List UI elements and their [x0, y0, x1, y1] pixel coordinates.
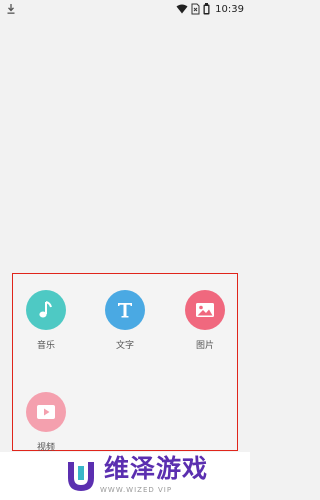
watermark-subtitle: WWW.WIZED VIP — [100, 486, 173, 494]
media-type-picker: 音乐 文字 图片 视频 — [12, 273, 238, 453]
status-bar: 10:39 — [0, 0, 250, 18]
battery-icon — [203, 3, 210, 15]
picker-item-video[interactable]: 视频 — [16, 392, 76, 453]
picker-item-image[interactable]: 图片 — [175, 290, 235, 351]
picker-item-text[interactable]: 文字 — [95, 290, 155, 351]
picker-circle-music — [26, 290, 66, 330]
download-icon — [7, 4, 15, 14]
picker-label-text: 文字 — [115, 341, 134, 351]
no-sim-icon — [191, 3, 200, 15]
picker-label-music: 音乐 — [36, 341, 55, 351]
wifi-icon — [176, 4, 188, 14]
video-play-icon — [37, 405, 55, 419]
image-icon — [196, 303, 214, 317]
picker-item-music[interactable]: 音乐 — [16, 290, 76, 351]
watermark-logo-icon — [68, 462, 94, 491]
music-note-icon — [39, 301, 52, 318]
picker-circle-text — [105, 290, 145, 330]
picker-circle-image — [185, 290, 225, 330]
status-icons: 10:39 — [176, 2, 244, 16]
picker-circle-video — [26, 392, 66, 432]
status-time: 10:39 — [215, 3, 244, 15]
picker-label-image: 图片 — [195, 341, 214, 351]
watermark-title: 维泽游戏 — [104, 454, 209, 483]
text-t-icon — [118, 303, 132, 318]
